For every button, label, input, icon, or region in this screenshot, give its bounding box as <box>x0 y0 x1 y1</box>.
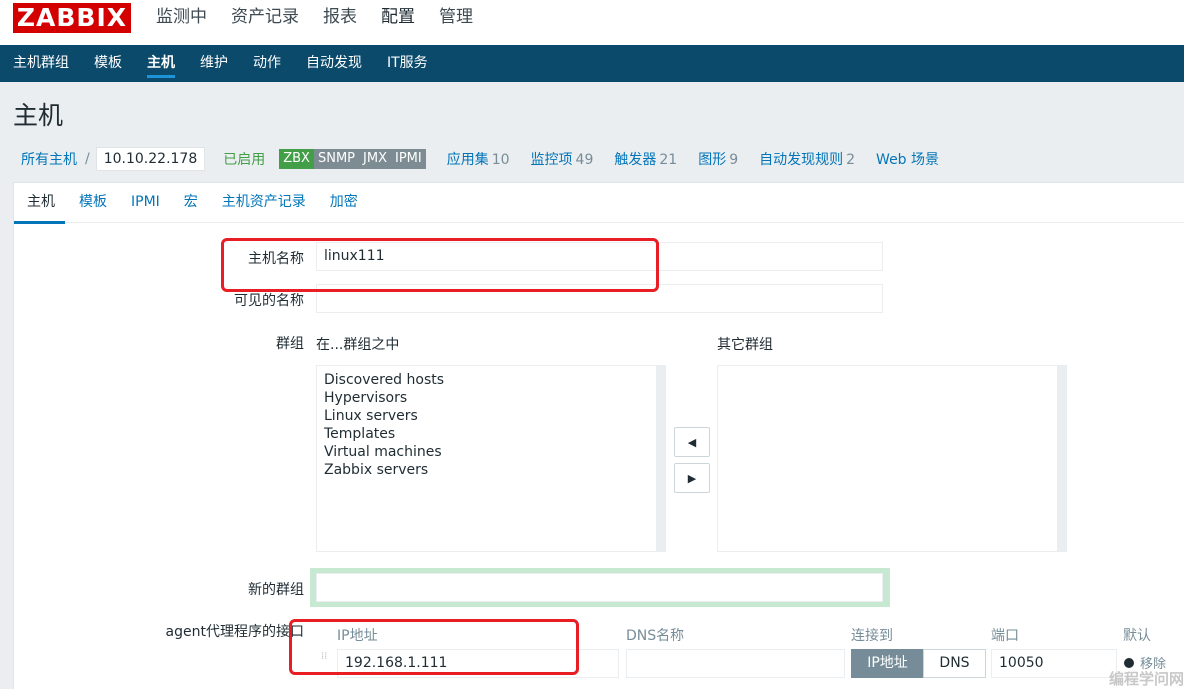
groups-label: 群组 <box>276 336 304 352</box>
nav-applications-label: 应用集 <box>446 152 489 168</box>
list-item[interactable]: Discovered hosts <box>324 371 658 389</box>
top-bar: ZABBIX 监测中 资产记录 报表 配置 管理 <box>0 0 1184 56</box>
tab-encryption[interactable]: 加密 <box>330 183 358 222</box>
main-menu-monitoring[interactable]: 监测中 <box>156 0 207 45</box>
iface-dns-input[interactable] <box>626 649 845 678</box>
connect-ip-button[interactable]: IP地址 <box>851 649 924 678</box>
page-body: 主机 所有主机 / 10.10.22.178 已启用 ZBX SNMP JMX … <box>0 82 1184 689</box>
nav-triggers-count: 21 <box>659 152 678 168</box>
host-status-enabled[interactable]: 已启用 <box>223 149 265 169</box>
nav-items[interactable]: 监控项 49 <box>531 149 594 169</box>
breadcrumb: 所有主机 / 10.10.22.178 已启用 ZBX SNMP JMX IPM… <box>13 146 939 172</box>
iface-port-header: 端口 <box>991 628 1019 644</box>
main-menu: 监测中 资产记录 报表 配置 管理 <box>156 0 497 56</box>
form-tabs: 主机 模板 IPMI 宏 主机资产记录 加密 <box>14 183 1184 224</box>
move-left-button[interactable]: ◀ <box>674 427 710 457</box>
tab-templates[interactable]: 模板 <box>79 183 107 222</box>
sub-menu-actions[interactable]: 动作 <box>253 45 281 82</box>
tab-host[interactable]: 主机 <box>14 183 65 224</box>
nav-discovery-rules[interactable]: 自动发现规则 2 <box>759 149 855 169</box>
nav-triggers-label: 触发器 <box>614 152 657 168</box>
nav-items-label: 监控项 <box>530 152 573 168</box>
sub-menu-it-services[interactable]: IT服务 <box>387 45 428 82</box>
sub-menu-discovery[interactable]: 自动发现 <box>306 45 362 82</box>
badge-jmx: JMX <box>359 149 391 169</box>
drag-handle-icon[interactable]: ⁞⁞ <box>321 652 329 674</box>
nav-items-count: 49 <box>575 152 594 168</box>
list-item[interactable]: Hypervisors <box>324 389 658 407</box>
move-right-button[interactable]: ▶ <box>674 463 710 493</box>
default-radio[interactable] <box>1124 658 1134 668</box>
new-group-input[interactable] <box>316 573 883 602</box>
page-title: 主机 <box>13 101 64 130</box>
list-item[interactable]: Templates <box>324 425 658 443</box>
badge-ipmi: IPMI <box>390 149 426 169</box>
main-menu-inventory[interactable]: 资产记录 <box>231 0 299 45</box>
visible-name-label: 可见的名称 <box>234 293 304 309</box>
nav-graphs-label: 图形 <box>698 152 727 168</box>
sub-menu-hosts[interactable]: 主机 <box>147 45 175 82</box>
tab-ipmi[interactable]: IPMI <box>131 183 160 222</box>
tab-inventory[interactable]: 主机资产记录 <box>222 183 306 222</box>
watermark: 编程学问网 <box>1108 670 1184 688</box>
visible-name-input[interactable] <box>316 284 883 313</box>
in-groups-label: 在...群组之中 <box>316 337 400 353</box>
iface-port-input[interactable]: 10050 <box>991 649 1117 678</box>
sub-menu-templates[interactable]: 模板 <box>94 45 122 82</box>
zabbix-logo[interactable]: ZABBIX <box>13 3 131 33</box>
list-item[interactable]: Linux servers <box>324 407 658 425</box>
iface-default-header: 默认 <box>1123 628 1151 644</box>
connect-dns-button[interactable]: DNS <box>923 649 986 678</box>
iface-ip-header: IP地址 <box>337 628 378 644</box>
nav-graphs[interactable]: 图形 9 <box>698 149 738 169</box>
sub-menu-host-groups[interactable]: 主机群组 <box>13 45 69 82</box>
new-group-label: 新的群组 <box>248 582 304 598</box>
sub-menu-maintenance[interactable]: 维护 <box>200 45 228 82</box>
main-menu-reports[interactable]: 报表 <box>323 0 357 45</box>
breadcrumb-separator: / <box>85 151 90 167</box>
triangle-right-icon: ▶ <box>687 471 697 485</box>
sub-menu: 主机群组 模板 主机 维护 动作 自动发现 IT服务 <box>0 45 1184 82</box>
nav-triggers[interactable]: 触发器 21 <box>614 149 677 169</box>
in-groups-listbox[interactable]: Discovered hosts Hypervisors Linux serve… <box>316 365 666 552</box>
nav-web-scenarios-label: Web 场景 <box>876 152 940 168</box>
nav-discovery-rules-count: 2 <box>846 152 856 168</box>
list-item[interactable]: Zabbix servers <box>324 461 658 479</box>
badge-zbx: ZBX <box>279 149 314 169</box>
iface-dns-header: DNS名称 <box>626 628 685 644</box>
iface-ip-input[interactable]: 192.168.1.111 <box>337 649 619 678</box>
breadcrumb-current-host: 10.10.22.178 <box>95 147 206 171</box>
nav-applications-count: 10 <box>491 152 510 168</box>
breadcrumb-all-hosts[interactable]: 所有主机 <box>13 149 85 169</box>
agent-interface-label: agent代理程序的接口 <box>165 624 304 640</box>
tab-macros[interactable]: 宏 <box>184 183 198 222</box>
host-name-input[interactable]: linux111 <box>316 242 883 271</box>
nav-applications[interactable]: 应用集 10 <box>447 149 510 169</box>
main-menu-configuration[interactable]: 配置 <box>381 0 415 56</box>
iface-connect-header: 连接到 <box>851 628 893 644</box>
listbox-scrollbar[interactable] <box>656 366 665 551</box>
host-name-label: 主机名称 <box>248 251 304 267</box>
other-groups-label: 其它群组 <box>717 337 773 353</box>
badge-snmp: SNMP <box>313 149 360 169</box>
listbox-scrollbar[interactable] <box>1057 366 1066 551</box>
triangle-left-icon: ◀ <box>687 435 697 449</box>
availability-badges: ZBX SNMP JMX IPMI <box>279 149 426 169</box>
list-item[interactable]: Virtual machines <box>324 443 658 461</box>
other-groups-listbox[interactable] <box>717 365 1067 552</box>
host-form-panel: 主机 模板 IPMI 宏 主机资产记录 加密 主机名称 linux111 可见的… <box>13 182 1184 689</box>
main-menu-administration[interactable]: 管理 <box>439 0 473 45</box>
nav-discovery-rules-label: 自动发现规则 <box>759 152 844 168</box>
nav-web-scenarios[interactable]: Web 场景 <box>876 149 939 169</box>
nav-graphs-count: 9 <box>729 152 739 168</box>
